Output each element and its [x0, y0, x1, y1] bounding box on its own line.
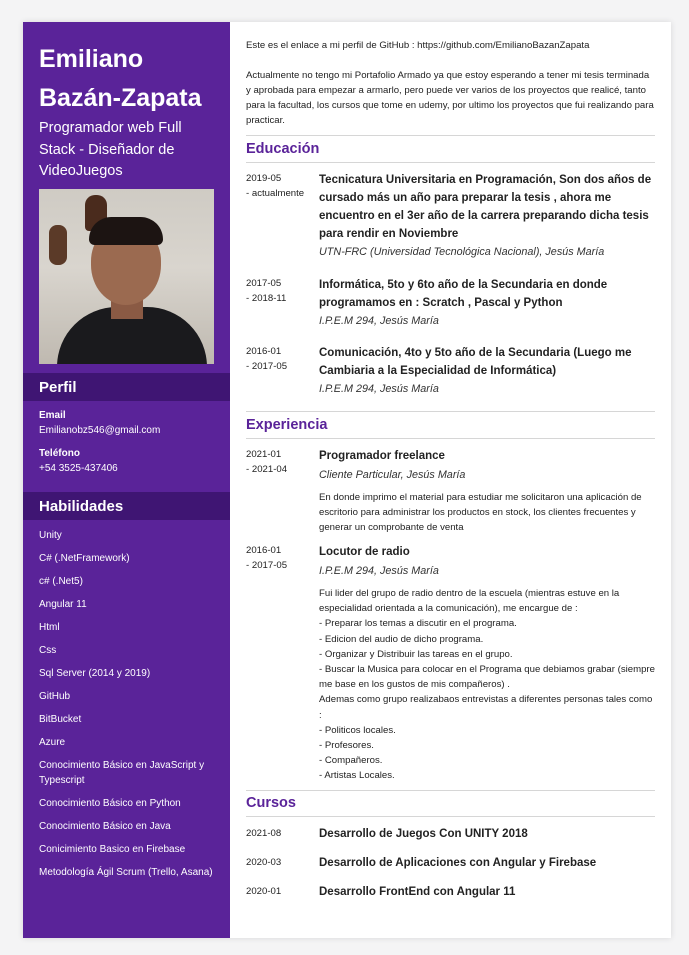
- profile-heading: Perfil: [39, 379, 77, 396]
- skill-item: Conocimiento Básico en Java: [39, 821, 171, 832]
- email-label: Email: [39, 410, 66, 421]
- course-title: Desarrollo de Juegos Con UNITY 2018: [319, 828, 528, 840]
- experience-title: Locutor de radio: [319, 546, 410, 558]
- course-title: Desarrollo FrontEnd con Angular 11: [319, 886, 516, 898]
- divider: [246, 411, 655, 412]
- skill-item: C# (.NetFramework): [39, 553, 130, 564]
- course-date: 2021-08: [246, 828, 282, 839]
- divider: [246, 816, 655, 817]
- experience-place: I.P.E.M 294, Jesús María: [319, 565, 439, 577]
- skill-item: Azure: [39, 737, 66, 748]
- skill-item: Css: [39, 645, 57, 656]
- education-date: 2016-01 - 2017-05: [246, 346, 288, 372]
- divider: [246, 135, 655, 136]
- experience-description: En donde imprimo el material para estudi…: [319, 492, 642, 534]
- divider: [246, 790, 655, 791]
- candidate-name: Emiliano Bazán-Zapata: [39, 45, 202, 112]
- education-place: UTN-FRC (Universidad Tecnológica Naciona…: [319, 246, 605, 258]
- phone-value: +54 3525-437406: [39, 463, 118, 474]
- education-title: Tecnicatura Universitaria en Programació…: [319, 174, 652, 240]
- email-value[interactable]: Emilianobz546@gmail.com: [39, 425, 160, 436]
- skill-item: Metodología Ágil Scrum (Trello, Asana): [39, 867, 213, 878]
- divider: [246, 162, 655, 163]
- sidebar: Emiliano Bazán-Zapata Programador web Fu…: [23, 22, 230, 938]
- profile-section-header: Perfil: [23, 373, 230, 401]
- skill-item: Unity: [39, 530, 62, 541]
- education-date: 2017-05 - 2018-11: [246, 278, 287, 304]
- course-title: Desarrollo de Aplicaciones con Angular y…: [319, 857, 597, 869]
- candidate-title: Programador web Full Stack - Diseñador d…: [39, 120, 182, 179]
- education-place: I.P.E.M 294, Jesús María: [319, 315, 439, 327]
- course-date: 2020-03: [246, 857, 282, 868]
- skill-item: Conocimiento Básico en Python: [39, 798, 181, 809]
- phone-label: Teléfono: [39, 448, 80, 459]
- experience-description: Fui lider del grupo de radio dentro de l…: [319, 588, 655, 782]
- experience-heading: Experiencia: [246, 417, 328, 433]
- experience-place: Cliente Particular, Jesús María: [319, 469, 466, 481]
- skill-item: Html: [39, 622, 60, 633]
- profile-photo: [39, 189, 214, 364]
- experience-date: 2021-01 - 2021-04: [246, 449, 288, 475]
- education-date: 2019-05 - actualmente: [246, 173, 305, 199]
- education-heading: Educación: [246, 141, 320, 157]
- skill-item: BitBucket: [39, 714, 82, 725]
- skills-heading: Habilidades: [39, 498, 124, 515]
- github-link-text[interactable]: Este es el enlace a mi perfil de GitHub …: [246, 38, 655, 53]
- experience-date: 2016-01 - 2017-05: [246, 545, 288, 571]
- intro-paragraph: Actualmente no tengo mi Portafolio Armad…: [246, 70, 654, 126]
- resume-page: Emiliano Bazán-Zapata Programador web Fu…: [23, 22, 671, 938]
- skill-item: Sql Server (2014 y 2019): [39, 668, 151, 679]
- skills-list: Unity C# (.NetFramework) c# (.Net5) Angu…: [39, 528, 214, 888]
- education-title: Comunicación, 4to y 5to año de la Secund…: [319, 347, 632, 377]
- course-date: 2020-01: [246, 886, 282, 897]
- skill-item: GitHub: [39, 691, 71, 702]
- skill-item: Angular 11: [39, 599, 87, 610]
- education-title: Informática, 5to y 6to año de la Secunda…: [319, 279, 608, 309]
- skill-item: Conicimiento Basico en Firebase: [39, 844, 186, 855]
- skill-item: Conocimiento Básico en JavaScript y Type…: [39, 760, 205, 786]
- skill-item: c# (.Net5): [39, 576, 83, 587]
- wall-mask-decoration: [49, 225, 67, 265]
- divider: [246, 438, 655, 439]
- skills-section-header: Habilidades: [23, 492, 230, 520]
- education-place: I.P.E.M 294, Jesús María: [319, 383, 439, 395]
- experience-title: Programador freelance: [319, 450, 445, 462]
- photo-hair: [89, 217, 163, 245]
- courses-heading: Cursos: [246, 795, 296, 811]
